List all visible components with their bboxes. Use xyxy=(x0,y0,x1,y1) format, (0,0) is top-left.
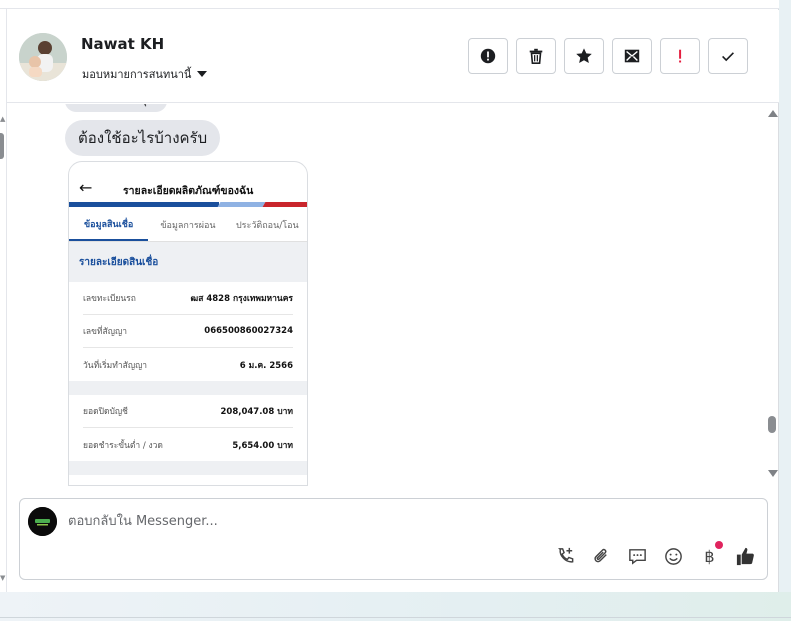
contact-avatar[interactable] xyxy=(19,33,67,81)
list-item: ยอดชำระขั้นต่ำ / งวด 5,654.00 บาท xyxy=(83,440,293,451)
attach-button[interactable] xyxy=(590,545,613,568)
composer-tools: ฿ xyxy=(554,541,757,568)
alert-circle-icon xyxy=(480,48,496,64)
contact-name[interactable]: Nawat KH xyxy=(81,35,164,53)
follow-up-button[interactable] xyxy=(660,38,700,74)
emoji-icon xyxy=(665,548,682,565)
check-icon xyxy=(722,52,734,62)
star-icon xyxy=(576,48,592,64)
top-border xyxy=(0,0,779,9)
back-arrow-icon: ← xyxy=(79,178,93,197)
tab-loan-info: ข้อมูลสินเชื่อ xyxy=(69,208,149,241)
star-button[interactable] xyxy=(564,38,604,74)
scroll-thumb[interactable] xyxy=(768,416,776,433)
assign-label: มอบหมายการสนทนานี้ xyxy=(82,68,192,81)
thumbs-up-icon xyxy=(736,547,754,566)
attachment-title: รายละเอียดผลิตภัณฑ์ของฉัน xyxy=(123,185,254,197)
trash-icon xyxy=(529,48,543,65)
scroll-down-icon[interactable] xyxy=(768,470,778,477)
message-bubble-partial: ุ xyxy=(65,104,167,112)
section-gap xyxy=(69,381,307,395)
left-scroll-up-icon[interactable]: ▲ xyxy=(0,115,5,123)
baht-icon: ฿ xyxy=(704,547,715,566)
avatar-photo-icon xyxy=(19,33,67,81)
section-gap xyxy=(69,461,307,475)
image-attachment[interactable]: ← รายละเอียดผลิตภัณฑ์ของฉัน ข้อมูลสินเชื… xyxy=(68,161,308,486)
message-text: ต้องใช้อะไรบ้างครับ xyxy=(78,129,208,147)
message-bubble[interactable]: ต้องใช้อะไรบ้างครับ xyxy=(65,120,221,156)
exclamation-icon xyxy=(679,49,682,63)
section-title: รายละเอียดสินเชื่อ xyxy=(69,242,307,282)
tab-transfer-history: ประวัติถอน/โอน xyxy=(235,220,299,231)
list-item: ยอดปิดบัญชี 208,047.08 บาท xyxy=(83,395,293,428)
tab-installment-info: ข้อมูลการผ่อน xyxy=(160,220,216,231)
emoji-button[interactable] xyxy=(662,545,685,568)
assign-conversation-dropdown[interactable]: มอบหมายการสนทนานี้ xyxy=(82,65,208,83)
like-button[interactable] xyxy=(734,545,757,568)
thread-scrollbar[interactable] xyxy=(766,104,779,488)
list-item: วันที่เริ่มทำสัญญา 6 ม.ค. 2566 xyxy=(83,360,293,371)
page-logo-icon xyxy=(28,507,57,536)
payment-details-card: ยอดปิดบัญชี 208,047.08 บาท ยอดชำระขั้นต่… xyxy=(69,395,307,461)
message-thread[interactable]: ุ ต้องใช้อะไรบ้างครับ ← รายละเอียดผลิตภั… xyxy=(7,104,765,488)
chevron-down-icon xyxy=(197,71,208,77)
mark-done-button[interactable] xyxy=(708,38,748,74)
left-scroll-thumb[interactable] xyxy=(0,133,4,159)
notification-dot xyxy=(715,541,723,549)
delete-button[interactable] xyxy=(516,38,556,74)
page-avatar xyxy=(28,507,57,536)
paperclip-icon xyxy=(594,548,607,563)
attachment-tabs: ข้อมูลสินเชื่อ ข้อมูลการผ่อน ประวัติถอน/… xyxy=(69,208,307,242)
attachment-titlebar: ← รายละเอียดผลิตภัณฑ์ของฉัน xyxy=(69,174,307,202)
scroll-up-icon[interactable] xyxy=(768,110,778,117)
header-actions xyxy=(468,38,748,74)
mark-unread-button[interactable] xyxy=(612,38,652,74)
payment-button[interactable]: ฿ xyxy=(698,541,723,568)
list-item: เลขที่สัญญา 066500860027324 xyxy=(83,315,293,348)
list-item: เลขทะเบียนรถ ฒส 4828 กรุงเทพมหานคร xyxy=(83,282,293,315)
phone-status-bar xyxy=(69,162,307,174)
bottom-divider xyxy=(0,617,791,618)
conversation-header: Nawat KH มอบหมายการสนทนานี้ xyxy=(7,10,779,103)
reply-input[interactable] xyxy=(68,511,568,531)
left-scroll-down-icon[interactable]: ▼ xyxy=(0,574,5,582)
phone-plus-button[interactable] xyxy=(554,545,577,568)
mark-spam-button[interactable] xyxy=(468,38,508,74)
reply-composer: ฿ xyxy=(19,498,768,580)
envelope-icon xyxy=(624,49,640,63)
loan-details-card: เลขทะเบียนรถ ฒส 4828 กรุงเทพมหานคร เลขที… xyxy=(69,282,307,381)
phone-plus-icon xyxy=(558,547,574,563)
chat-bubble-icon xyxy=(629,549,646,565)
saved-replies-button[interactable] xyxy=(626,545,649,568)
